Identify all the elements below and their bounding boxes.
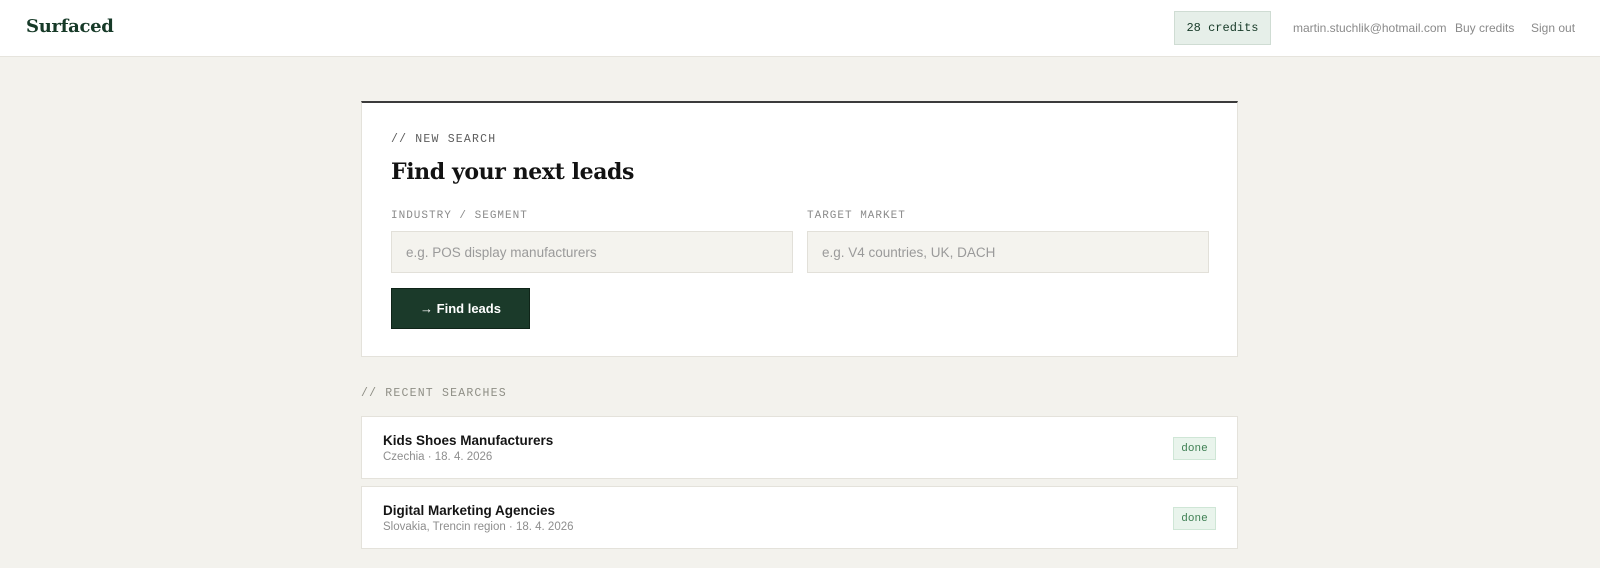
recent-search-item[interactable]: Digital Marketing Agencies Slovakia, Tre…	[361, 486, 1238, 549]
sign-out-link[interactable]: Sign out	[1531, 21, 1575, 35]
buy-credits-link[interactable]: Buy credits	[1455, 21, 1514, 35]
user-email[interactable]: martin.stuchlik@hotmail.com	[1293, 21, 1447, 35]
recent-search-meta: Slovakia, Trencin region · 18. 4. 2026	[383, 521, 574, 533]
status-badge: done	[1173, 507, 1216, 530]
find-leads-button[interactable]: → Find leads	[391, 288, 530, 329]
app-logo[interactable]: Surfaced	[26, 16, 114, 37]
new-search-card: // NEW SEARCH Find your next leads INDUS…	[361, 101, 1238, 357]
recent-search-meta: Czechia · 18. 4. 2026	[383, 451, 493, 463]
market-input[interactable]	[807, 231, 1209, 273]
page-title: Find your next leads	[391, 159, 635, 185]
recent-searches-eyebrow: // RECENT SEARCHES	[361, 387, 507, 400]
industry-input[interactable]	[391, 231, 793, 273]
recent-search-item[interactable]: Kids Shoes Manufacturers Czechia · 18. 4…	[361, 416, 1238, 479]
market-label: TARGET MARKET	[807, 210, 906, 222]
top-bar: Surfaced 28 credits martin.stuchlik@hotm…	[0, 0, 1600, 57]
recent-search-title: Kids Shoes Manufacturers	[383, 433, 554, 448]
credits-badge[interactable]: 28 credits	[1174, 11, 1271, 45]
status-badge: done	[1173, 437, 1216, 460]
industry-label: INDUSTRY / SEGMENT	[391, 210, 528, 222]
recent-search-title: Digital Marketing Agencies	[383, 503, 556, 518]
new-search-eyebrow: // NEW SEARCH	[391, 133, 497, 146]
